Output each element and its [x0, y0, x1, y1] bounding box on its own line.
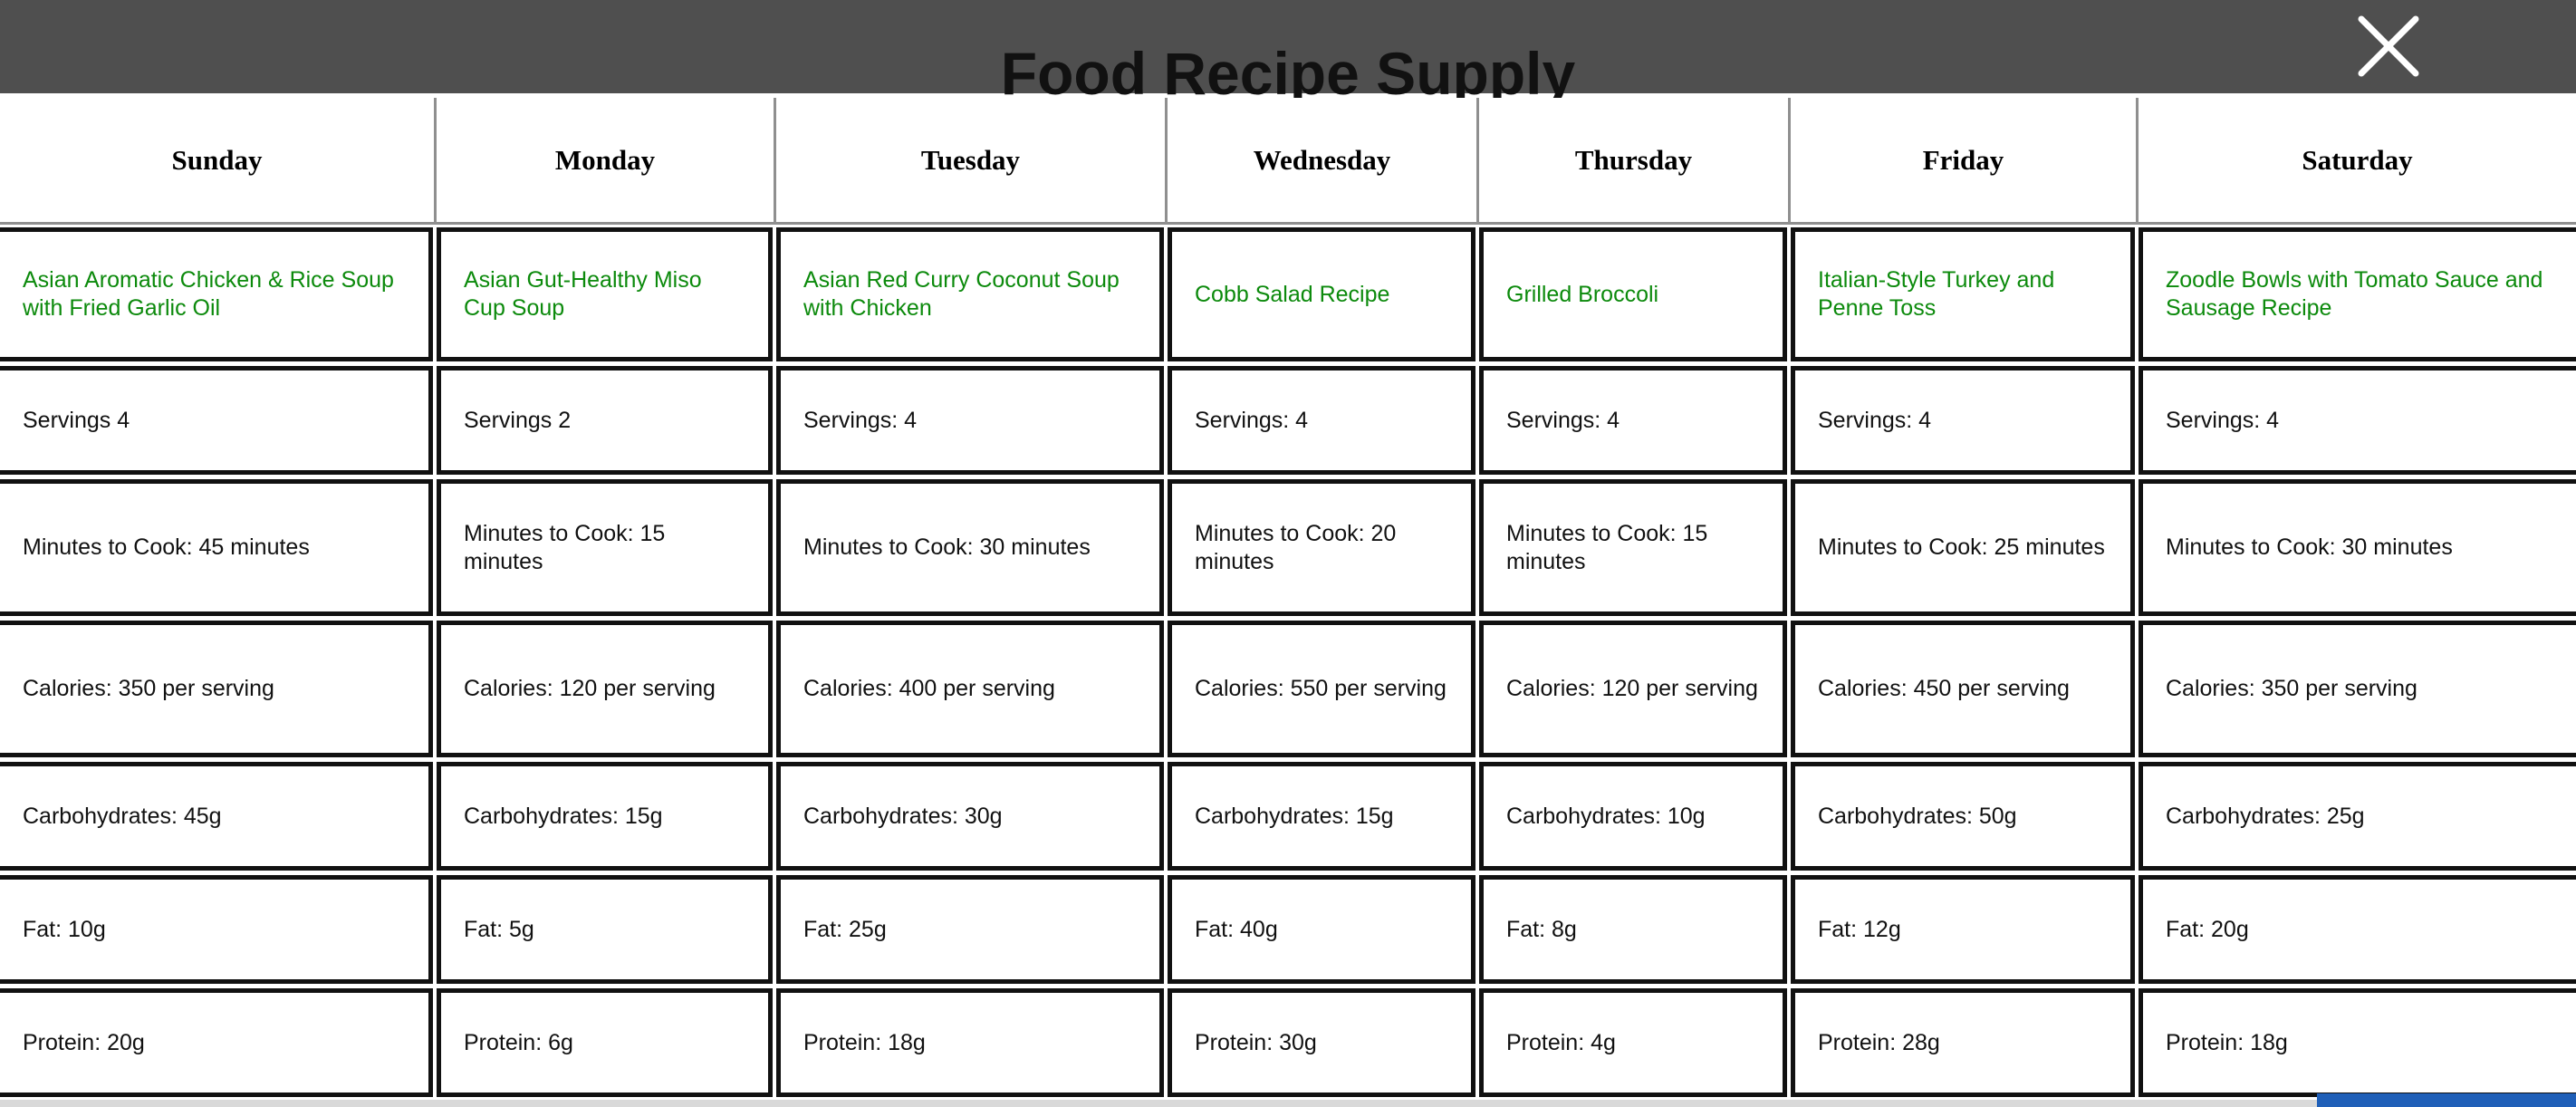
cook-time-cell: Minutes to Cook: 15 minutes	[1479, 479, 1787, 616]
servings-cell: Servings: 4	[1791, 366, 2135, 475]
carbs-cell: Carbohydrates: 25g	[2139, 762, 2576, 871]
servings-cell: Servings: 4	[1479, 366, 1787, 475]
recipe-cell[interactable]: Asian Aromatic Chicken & Rice Soup with …	[0, 227, 433, 361]
cook-time-cell: Minutes to Cook: 15 minutes	[437, 479, 773, 616]
fat-cell: Fat: 12g	[1791, 875, 2135, 984]
fat-cell: Fat: 10g	[0, 875, 433, 984]
page: Food Recipe Supply Sunday Monday Tuesday…	[0, 0, 2576, 1107]
cook-time-cell: Minutes to Cook: 45 minutes	[0, 479, 433, 616]
protein-cell: Protein: 28g	[1791, 988, 2135, 1097]
recipe-cell[interactable]: Zoodle Bowls with Tomato Sauce and Sausa…	[2139, 227, 2576, 361]
calories-cell: Calories: 400 per serving	[776, 621, 1164, 757]
day-header-wednesday: Wednesday	[1168, 98, 1479, 225]
protein-cell: Protein: 6g	[437, 988, 773, 1097]
protein-cell: Protein: 4g	[1479, 988, 1787, 1097]
servings-cell: Servings 4	[0, 366, 433, 475]
recipe-link[interactable]: Asian Aromatic Chicken & Rice Soup with …	[23, 266, 406, 322]
close-button[interactable]	[2354, 12, 2423, 81]
recipe-link[interactable]: Italian-Style Turkey and Penne Toss	[1818, 266, 2108, 322]
day-header-row: Sunday Monday Tuesday Wednesday Thursday…	[0, 98, 2576, 225]
fat-row: Fat: 10g Fat: 5g Fat: 25g Fat: 40g Fat: …	[0, 873, 2576, 986]
servings-cell: Servings 2	[437, 366, 773, 475]
protein-cell: Protein: 18g	[776, 988, 1164, 1097]
carbs-cell: Carbohydrates: 15g	[437, 762, 773, 871]
recipe-cell[interactable]: Asian Gut-Healthy Miso Cup Soup	[437, 227, 773, 361]
calories-cell: Calories: 350 per serving	[0, 621, 433, 757]
calories-cell: Calories: 120 per serving	[437, 621, 773, 757]
cook-time-cell: Minutes to Cook: 30 minutes	[776, 479, 1164, 616]
fat-cell: Fat: 5g	[437, 875, 773, 984]
fat-cell: Fat: 8g	[1479, 875, 1787, 984]
servings-cell: Servings: 4	[776, 366, 1164, 475]
carbs-cell: Carbohydrates: 50g	[1791, 762, 2135, 871]
day-header-tuesday: Tuesday	[776, 98, 1168, 225]
recipe-link[interactable]: Zoodle Bowls with Tomato Sauce and Sausa…	[2166, 266, 2553, 322]
fat-cell: Fat: 20g	[2139, 875, 2576, 984]
calories-row: Calories: 350 per serving Calories: 120 …	[0, 619, 2576, 759]
recipe-cell[interactable]: Italian-Style Turkey and Penne Toss	[1791, 227, 2135, 361]
servings-cell: Servings: 4	[2139, 366, 2576, 475]
close-icon	[2358, 15, 2419, 77]
recipe-link[interactable]: Grilled Broccoli	[1506, 281, 1658, 309]
carbs-cell: Carbohydrates: 30g	[776, 762, 1164, 871]
app-title: Food Recipe Supply	[1000, 40, 1576, 107]
day-header-friday: Friday	[1791, 98, 2139, 225]
cook-time-cell: Minutes to Cook: 25 minutes	[1791, 479, 2135, 616]
day-header-thursday: Thursday	[1479, 98, 1791, 225]
fat-cell: Fat: 25g	[776, 875, 1164, 984]
day-header-saturday: Saturday	[2139, 98, 2576, 225]
day-header-monday: Monday	[437, 98, 776, 225]
servings-cell: Servings: 4	[1168, 366, 1475, 475]
calories-cell: Calories: 550 per serving	[1168, 621, 1475, 757]
carbs-cell: Carbohydrates: 15g	[1168, 762, 1475, 871]
recipe-link[interactable]: Asian Red Curry Coconut Soup with Chicke…	[803, 266, 1137, 322]
carbs-row: Carbohydrates: 45g Carbohydrates: 15g Ca…	[0, 760, 2576, 872]
carbs-cell: Carbohydrates: 45g	[0, 762, 433, 871]
fat-cell: Fat: 40g	[1168, 875, 1475, 984]
recipe-link[interactable]: Asian Gut-Healthy Miso Cup Soup	[464, 266, 745, 322]
connect-tab[interactable]	[2317, 1093, 2576, 1107]
page-bottom-strip	[0, 1100, 2317, 1107]
meal-plan-table: Sunday Monday Tuesday Wednesday Thursday…	[0, 98, 2576, 1100]
protein-cell: Protein: 18g	[2139, 988, 2576, 1097]
protein-cell: Protein: 20g	[0, 988, 433, 1097]
calories-cell: Calories: 350 per serving	[2139, 621, 2576, 757]
calories-cell: Calories: 120 per serving	[1479, 621, 1787, 757]
protein-row: Protein: 20g Protein: 6g Protein: 18g Pr…	[0, 987, 2576, 1099]
carbs-cell: Carbohydrates: 10g	[1479, 762, 1787, 871]
servings-row: Servings 4 Servings 2 Servings: 4 Servin…	[0, 364, 2576, 476]
recipe-name-row: Asian Aromatic Chicken & Rice Soup with …	[0, 226, 2576, 363]
recipe-cell[interactable]: Grilled Broccoli	[1479, 227, 1787, 361]
protein-cell: Protein: 30g	[1168, 988, 1475, 1097]
app-header: Food Recipe Supply	[0, 0, 2576, 103]
day-header-sunday: Sunday	[0, 98, 437, 225]
cook-time-cell: Minutes to Cook: 20 minutes	[1168, 479, 1475, 616]
recipe-cell[interactable]: Cobb Salad Recipe	[1168, 227, 1475, 361]
recipe-link[interactable]: Cobb Salad Recipe	[1195, 281, 1389, 309]
calories-cell: Calories: 450 per serving	[1791, 621, 2135, 757]
cook-time-cell: Minutes to Cook: 30 minutes	[2139, 479, 2576, 616]
cook-time-row: Minutes to Cook: 45 minutes Minutes to C…	[0, 477, 2576, 618]
recipe-cell[interactable]: Asian Red Curry Coconut Soup with Chicke…	[776, 227, 1164, 361]
